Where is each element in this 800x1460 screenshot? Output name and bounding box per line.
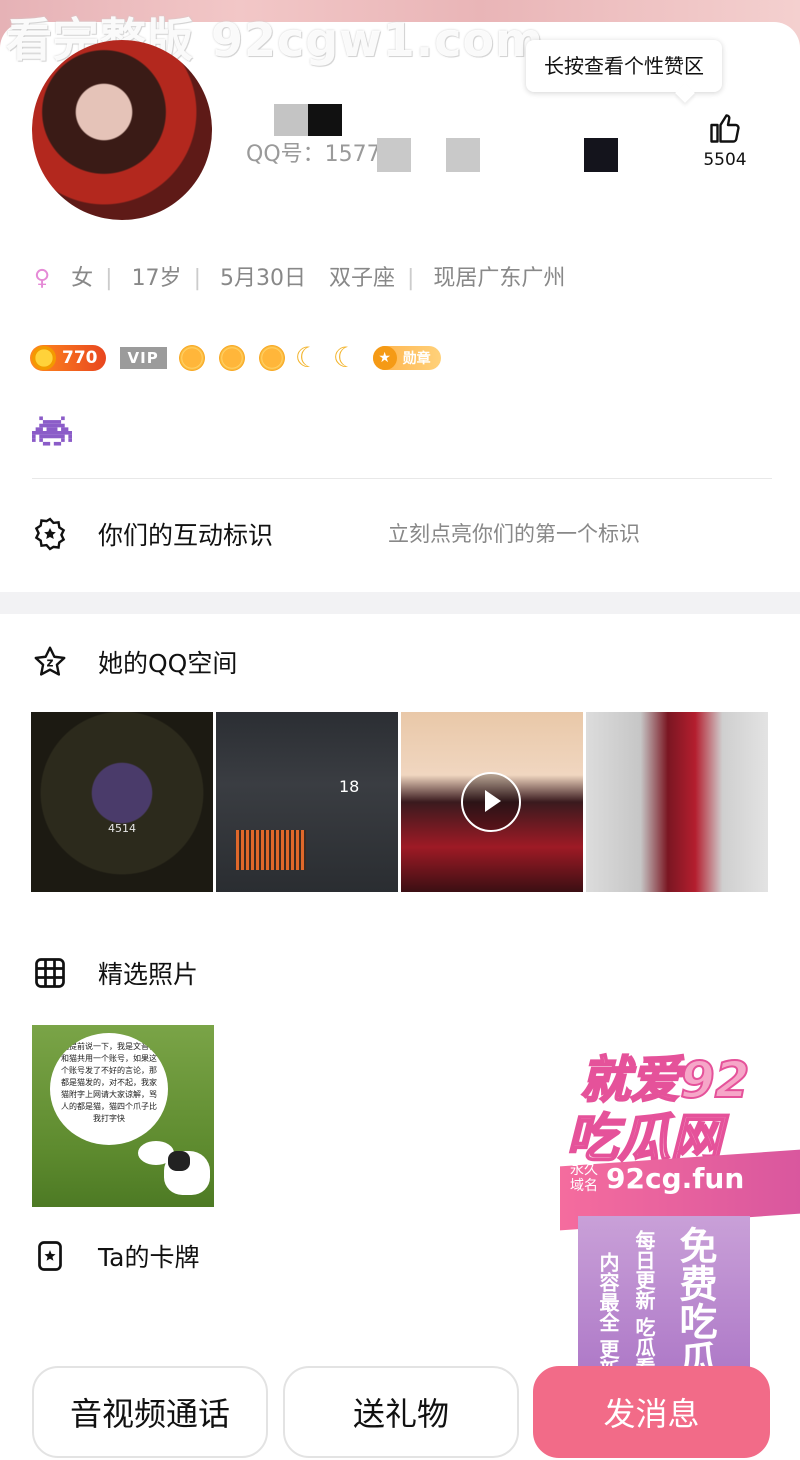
- sun-level-icon: [216, 343, 247, 373]
- female-icon: ♀: [34, 266, 51, 291]
- promo-domain: 92cg.fun: [606, 1162, 745, 1195]
- featured-photos-row[interactable]: 精选照片: [32, 953, 198, 993]
- vip-badge[interactable]: VIP: [119, 347, 167, 369]
- moon-level-icon: ☾: [294, 341, 320, 374]
- thumbs-up-icon: [710, 114, 740, 143]
- nickname-redacted: [274, 104, 344, 136]
- qzone-thumbnails: 4514 18: [31, 712, 769, 892]
- cards-label: Ta的卡牌: [98, 1243, 200, 1272]
- coin-count: 770: [62, 348, 98, 368]
- age-text: 17岁: [131, 266, 182, 291]
- qq-number: QQ号：1577: [246, 142, 381, 167]
- section-gap: [0, 592, 800, 614]
- send-message-button[interactable]: 发消息: [533, 1366, 770, 1458]
- qzone-thumb[interactable]: 18: [216, 712, 398, 892]
- cat-image: [164, 1151, 210, 1195]
- qzone-star-icon: z: [34, 646, 66, 676]
- promo-domain-prefix: 永久域名: [570, 1162, 598, 1194]
- grid-icon: [35, 958, 65, 988]
- birthday-text: 5月30日: [219, 266, 306, 291]
- thumb-caption: 18: [339, 777, 360, 796]
- sun-level-icon: [256, 343, 287, 373]
- photo-speech-bubble: 我提前说一下，我是文音，和猫共用一个账号，如果这个账号发了不好的言论，那都是猫发…: [50, 1033, 168, 1145]
- qzone-video-thumb[interactable]: [401, 712, 583, 892]
- like-button[interactable]: [698, 110, 752, 150]
- qzone-thumb[interactable]: 4514: [31, 712, 213, 892]
- interaction-mark-hint[interactable]: 立刻点亮你们的第一个标识: [388, 518, 640, 548]
- moon-level-icon: ☾: [332, 341, 358, 374]
- play-icon[interactable]: [461, 772, 521, 832]
- profile-info: ♀ 女 | 17岁 | 5月30日 双子座 | 现居广东广州: [34, 266, 566, 291]
- qzone-thumb[interactable]: [586, 712, 768, 892]
- featured-photo[interactable]: 我提前说一下，我是文音，和猫共用一个账号，如果这个账号发了不好的言论，那都是猫发…: [32, 1025, 214, 1207]
- send-gift-button[interactable]: 送礼物: [283, 1366, 519, 1458]
- like-count[interactable]: 5504: [696, 150, 754, 170]
- svg-text:z: z: [47, 656, 54, 670]
- featured-photos-label: 精选照片: [98, 960, 199, 989]
- qzone-row[interactable]: z 她的QQ空间: [32, 642, 237, 682]
- interaction-mark-row[interactable]: 你们的互动标识: [32, 514, 273, 554]
- thumb-caption: 4514: [108, 822, 136, 835]
- redaction-box: [446, 138, 480, 172]
- location-text: 现居广东广州: [433, 266, 566, 291]
- coin-badge[interactable]: 770: [30, 345, 106, 371]
- badge-star-icon: [34, 517, 66, 551]
- section-divider: [32, 478, 772, 479]
- cards-row[interactable]: Ta的卡牌: [32, 1236, 199, 1276]
- qzone-label: 她的QQ空间: [98, 649, 238, 678]
- like-tooltip: 长按查看个性赞区: [526, 40, 722, 92]
- avatar[interactable]: [32, 40, 212, 220]
- sun-level-icon: [176, 343, 207, 373]
- coin-icon: [32, 346, 56, 370]
- av-call-button[interactable]: 音视频通话: [32, 1366, 268, 1458]
- gender-text: 女: [71, 266, 94, 291]
- star-icon: ★: [372, 346, 397, 370]
- badge-row[interactable]: 770 VIP ☾ ☾ ★ 勋章: [30, 340, 441, 376]
- zodiac-text: 双子座: [328, 266, 395, 291]
- chart-graphic: [236, 830, 306, 870]
- interaction-mark-label: 你们的互动标识: [98, 521, 274, 550]
- redaction-box: [377, 138, 411, 172]
- card-icon: [38, 1241, 62, 1271]
- medal-label: 勋章: [402, 351, 431, 367]
- redaction-box: [584, 138, 618, 172]
- promo-col1: 免费吃瓜: [673, 1226, 717, 1378]
- medal-badge[interactable]: ★ 勋章: [372, 346, 441, 370]
- space-invader-icon[interactable]: [32, 414, 72, 448]
